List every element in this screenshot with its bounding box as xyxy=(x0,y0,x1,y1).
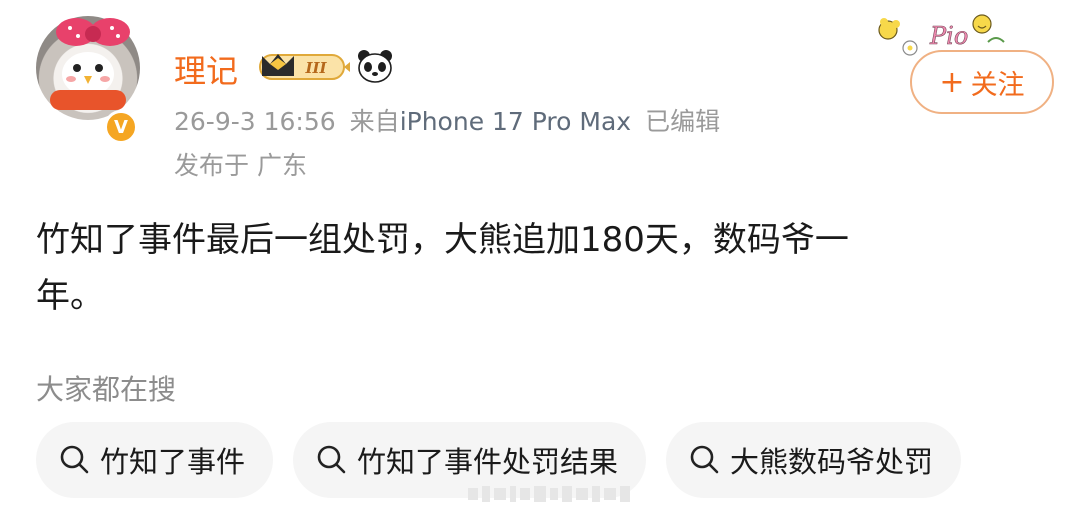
post-text-line-1: 竹知了事件最后一组处罚，大熊追加180天，数码爷一 xyxy=(36,220,849,260)
search-chip[interactable]: 大熊数码爷处罚 xyxy=(666,422,962,498)
avatar[interactable] xyxy=(36,16,140,120)
search-chip-label: 竹知了事件处罚结果 xyxy=(357,445,619,479)
penguin-face-icon xyxy=(62,52,114,96)
svg-text:Pio: Pio xyxy=(929,22,968,50)
post-location: 发布于 广东 xyxy=(174,151,307,180)
source-prefix: 来自 xyxy=(349,107,400,136)
search-chip-label: 大熊数码爷处罚 xyxy=(730,445,934,479)
post-text-line-2: 年。 xyxy=(36,276,104,316)
post-timestamp: 26-9-3 16:56 xyxy=(174,107,336,136)
weibo-post-card: V 理记 III 26-9-3 16:56 来自iPhone 17 Pro Max… xyxy=(0,0,1090,520)
panda-icon[interactable] xyxy=(356,48,394,84)
post-meta: 26-9-3 16:56 来自iPhone 17 Pro Max 已编辑 xyxy=(174,102,720,138)
device-source-link[interactable]: iPhone 17 Pro Max xyxy=(400,107,631,136)
search-chip-label: 竹知了事件 xyxy=(100,445,246,479)
follow-label: 关注 xyxy=(970,69,1025,101)
watermark-decoration xyxy=(468,486,630,502)
level-badge-label: III xyxy=(304,59,327,77)
verified-badge-icon: V xyxy=(104,110,138,144)
search-icon xyxy=(690,445,719,474)
scarf-decoration xyxy=(50,90,126,110)
username[interactable]: 理记 xyxy=(174,46,238,92)
search-chip[interactable]: 竹知了事件 xyxy=(36,422,274,498)
plus-icon: + xyxy=(939,64,965,100)
search-icon xyxy=(317,445,346,474)
post-content: 竹知了事件最后一组处罚，大熊追加180天，数码爷一 年。 xyxy=(36,212,1036,324)
search-icon xyxy=(60,445,89,474)
follow-button[interactable]: + 关注 xyxy=(910,50,1054,114)
crown-level-icon[interactable]: III xyxy=(256,50,352,84)
edited-label[interactable]: 已编辑 xyxy=(645,107,720,136)
trending-search-title: 大家都在搜 xyxy=(36,373,177,406)
